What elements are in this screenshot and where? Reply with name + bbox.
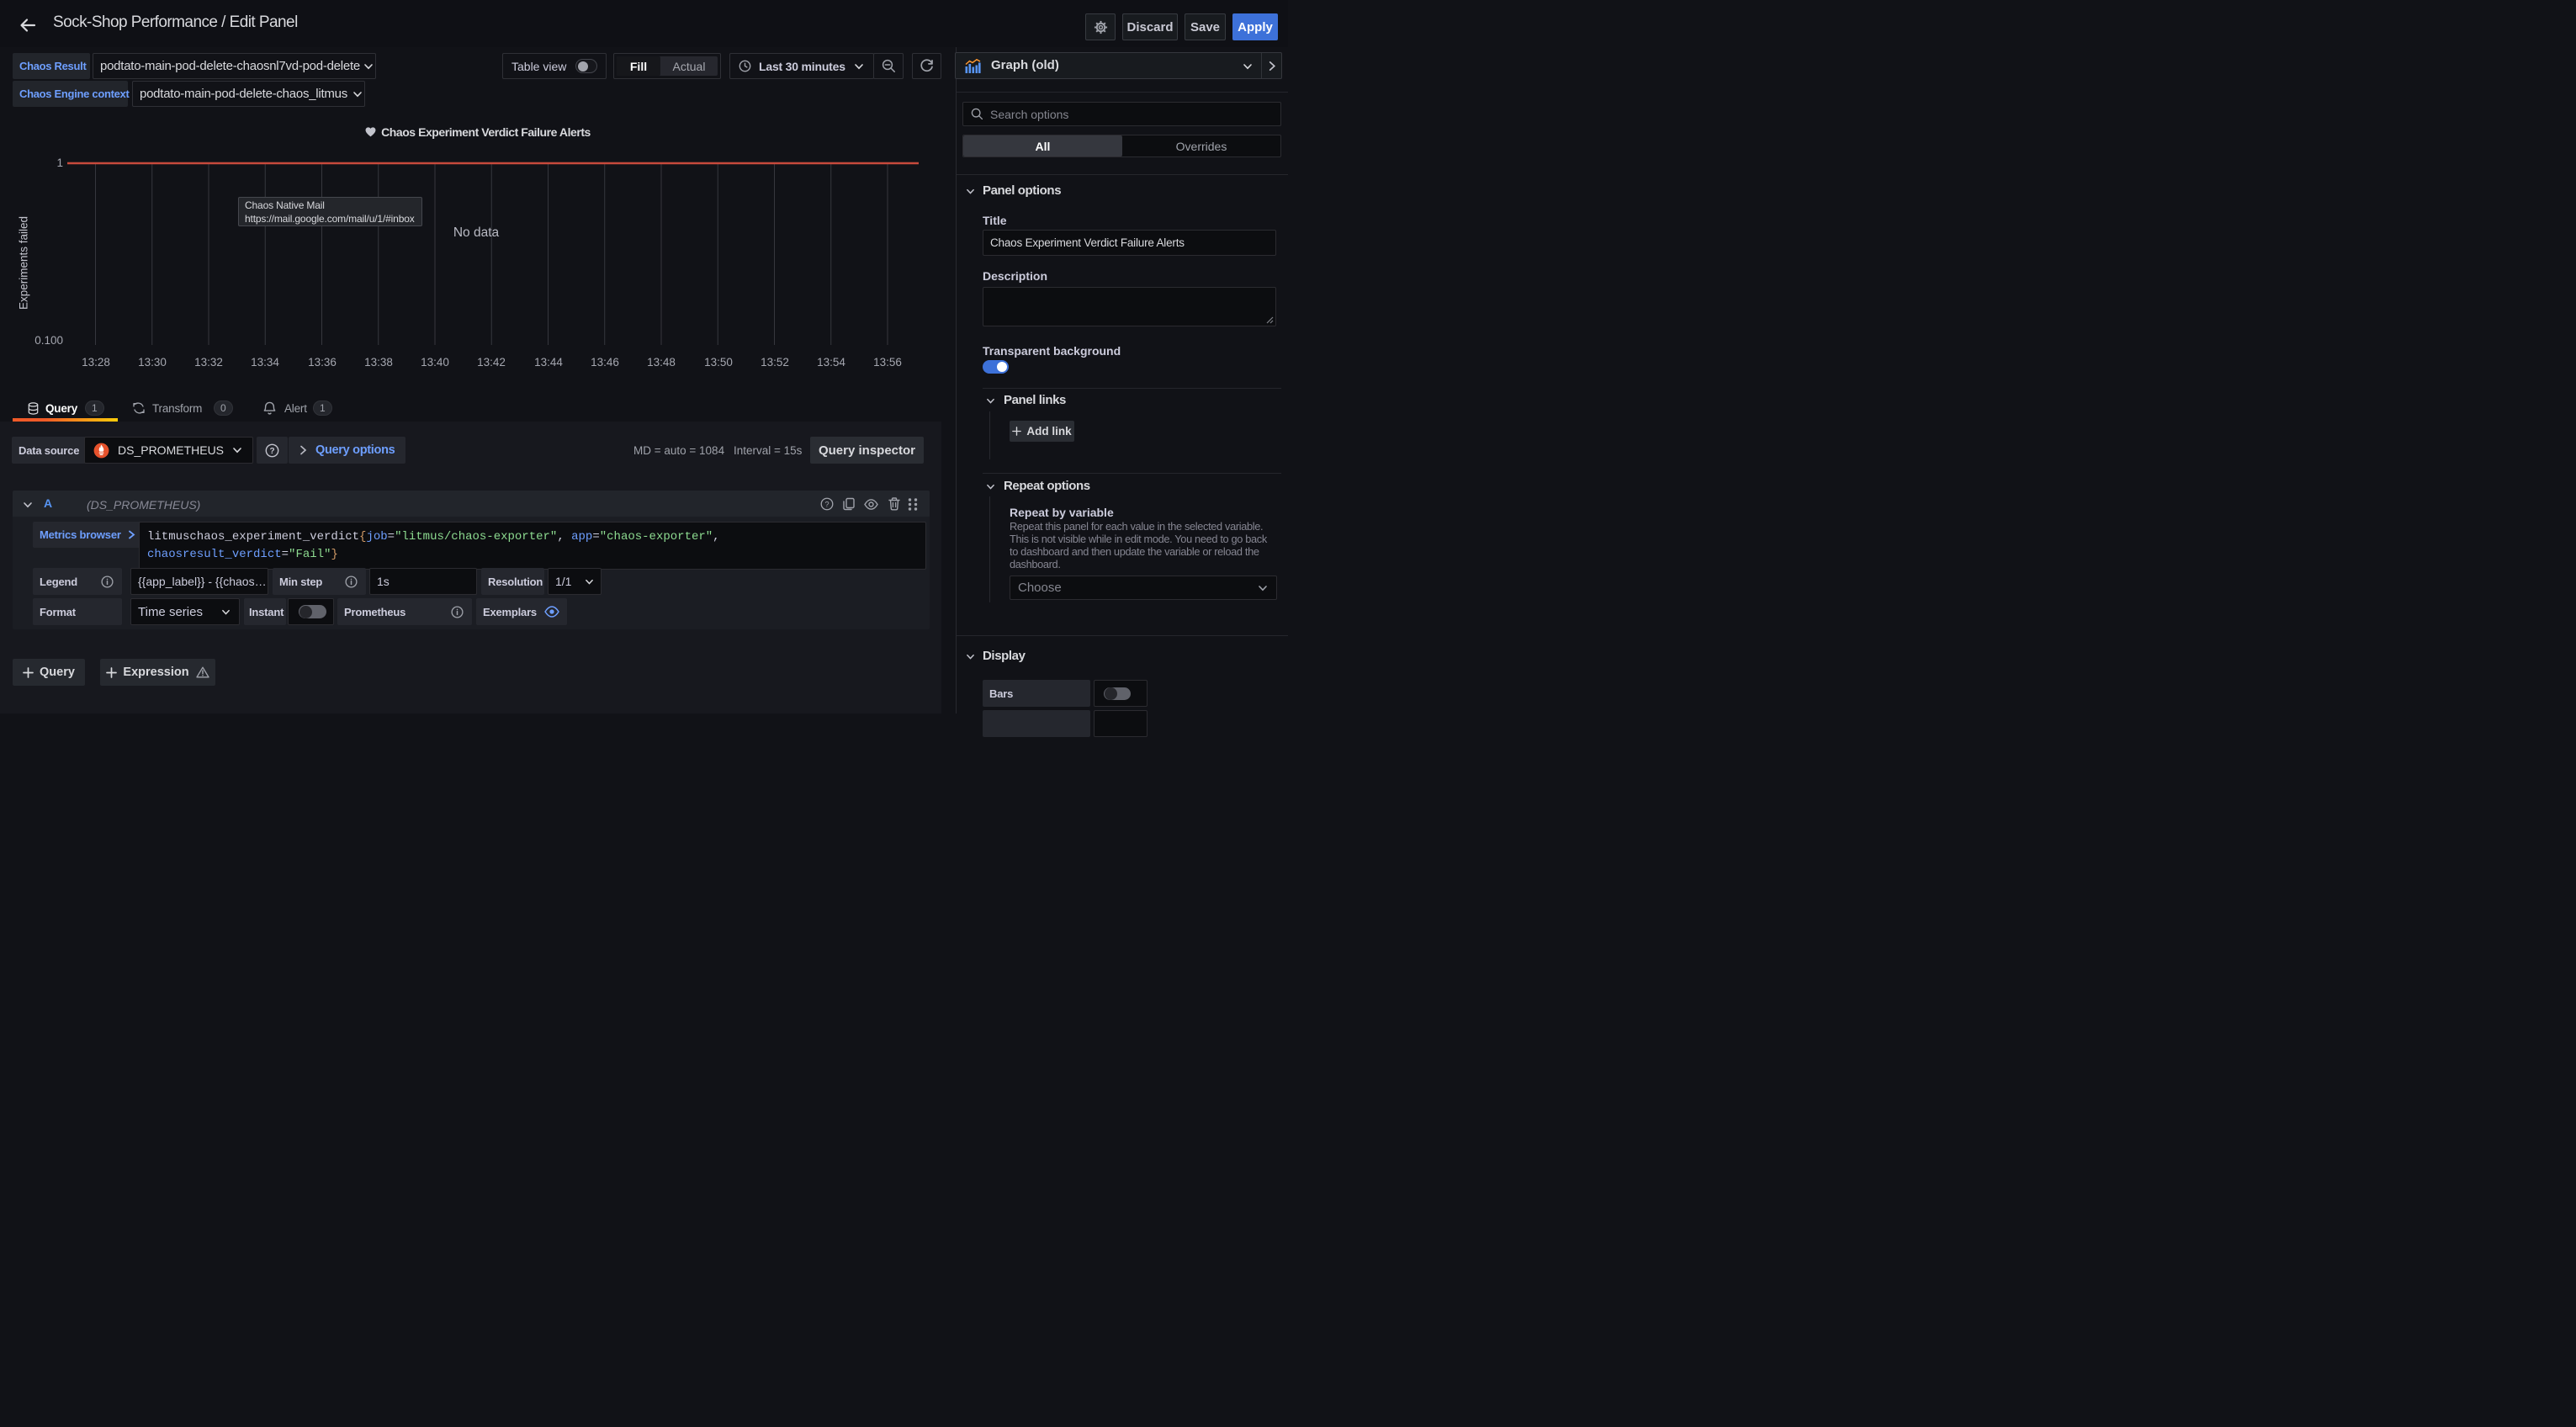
svg-text:?: ?	[824, 499, 829, 508]
svg-text:?: ?	[270, 447, 275, 456]
